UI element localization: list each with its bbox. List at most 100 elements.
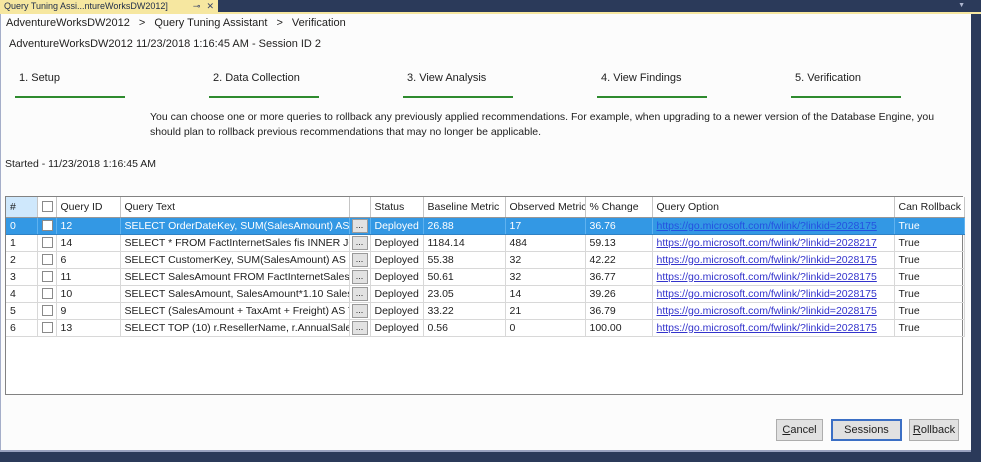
column-header-baseline-metric[interactable]: Baseline Metric: [423, 197, 506, 218]
can-rollback-cell: True: [894, 251, 965, 269]
table-row[interactable]: 1 14 SELECT * FROM FactInternetSales fis…: [6, 234, 965, 252]
query-option-link[interactable]: https://go.microsoft.com/fwlink/?linkid=…: [657, 254, 877, 266]
row-checkbox[interactable]: [41, 305, 53, 317]
tab-overflow-dropdown-icon[interactable]: ▼: [958, 2, 965, 9]
expand-cell: ...: [349, 234, 371, 252]
row-index-cell[interactable]: 6: [6, 319, 38, 337]
observed-metric-cell: 14: [505, 285, 586, 303]
expand-cell: ...: [349, 251, 371, 269]
query-option-link[interactable]: https://go.microsoft.com/fwlink/?linkid=…: [657, 305, 877, 317]
column-header-query-id[interactable]: Query ID: [56, 197, 121, 218]
select-all-checkbox[interactable]: [41, 201, 53, 213]
query-text-expand-button[interactable]: ...: [351, 218, 368, 233]
pct-change-cell: 36.76: [585, 217, 653, 235]
status-cell: Deployed: [370, 319, 424, 337]
active-tab-underline: [0, 12, 981, 14]
query-option-cell: https://go.microsoft.com/fwlink/?linkid=…: [652, 302, 895, 320]
table-row[interactable]: 4 10 SELECT SalesAmount, SalesAmount*1.1…: [6, 285, 965, 303]
row-checkbox[interactable]: [41, 322, 53, 334]
can-rollback-cell: True: [894, 319, 965, 337]
query-id-cell: 10: [56, 285, 121, 303]
query-text-expand-button[interactable]: ...: [351, 252, 368, 267]
row-checkbox-cell[interactable]: [37, 319, 57, 337]
row-checkbox[interactable]: [41, 271, 53, 283]
query-text-expand-button[interactable]: ...: [351, 320, 368, 335]
query-option-link[interactable]: https://go.microsoft.com/fwlink/?linkid=…: [657, 271, 877, 283]
query-text-cell: SELECT OrderDateKey, SUM(SalesAmount) AS…: [120, 217, 350, 235]
row-index-cell[interactable]: 5: [6, 302, 38, 320]
row-checkbox-cell[interactable]: [37, 268, 57, 286]
query-text-expand-button[interactable]: ...: [351, 303, 368, 318]
row-checkbox-cell[interactable]: [37, 234, 57, 252]
breadcrumb-database[interactable]: AdventureWorksDW2012: [6, 17, 130, 29]
expand-cell: ...: [349, 319, 371, 337]
column-header-can-rollback[interactable]: Can Rollback: [894, 197, 965, 218]
breadcrumb-assistant[interactable]: Query Tuning Assistant: [154, 17, 267, 29]
row-checkbox-cell[interactable]: [37, 302, 57, 320]
observed-metric-cell: 21: [505, 302, 586, 320]
table-row[interactable]: 0 12 SELECT OrderDateKey, SUM(SalesAmoun…: [6, 217, 965, 235]
query-option-cell: https://go.microsoft.com/fwlink/?linkid=…: [652, 234, 895, 252]
step-progress-line: [403, 96, 513, 98]
row-checkbox-cell[interactable]: [37, 285, 57, 303]
grid-header-row: # Query ID Query Text Status Baseline Me…: [6, 197, 965, 218]
query-option-link[interactable]: https://go.microsoft.com/fwlink/?linkid=…: [657, 322, 877, 334]
column-header-status[interactable]: Status: [370, 197, 424, 218]
query-text-expand-button[interactable]: ...: [351, 235, 368, 250]
row-index-cell[interactable]: 3: [6, 268, 38, 286]
baseline-metric-cell: 26.88: [423, 217, 506, 235]
pct-change-cell: 42.22: [585, 251, 653, 269]
column-header-query-text[interactable]: Query Text: [120, 197, 350, 218]
row-index-cell[interactable]: 1: [6, 234, 38, 252]
observed-metric-cell: 484: [505, 234, 586, 252]
row-checkbox[interactable]: [41, 220, 53, 232]
sessions-button[interactable]: Sessions: [831, 419, 902, 441]
query-option-link[interactable]: https://go.microsoft.com/fwlink/?linkid=…: [657, 220, 877, 232]
row-checkbox[interactable]: [41, 237, 53, 249]
row-checkbox[interactable]: [41, 254, 53, 266]
query-option-cell: https://go.microsoft.com/fwlink/?linkid=…: [652, 217, 895, 235]
can-rollback-cell: True: [894, 302, 965, 320]
query-option-link[interactable]: https://go.microsoft.com/fwlink/?linkid=…: [657, 237, 877, 249]
row-index-cell[interactable]: 4: [6, 285, 38, 303]
cancel-button[interactable]: Cancel: [776, 419, 823, 441]
column-header-observed-metric[interactable]: Observed Metric: [505, 197, 586, 218]
query-text-expand-button[interactable]: ...: [351, 286, 368, 301]
query-option-cell: https://go.microsoft.com/fwlink/?linkid=…: [652, 285, 895, 303]
query-text-expand-button[interactable]: ...: [351, 269, 368, 284]
query-grid: # Query ID Query Text Status Baseline Me…: [5, 196, 965, 395]
step-data-collection: 2. Data Collection: [195, 70, 389, 100]
document-tab[interactable]: Query Tuning Assi...ntureWorksDW2012] ⊸ …: [0, 0, 218, 12]
row-index-cell[interactable]: 0: [6, 217, 38, 235]
query-option-cell: https://go.microsoft.com/fwlink/?linkid=…: [652, 268, 895, 286]
column-header-query-option[interactable]: Query Option: [652, 197, 895, 218]
breadcrumb-verification[interactable]: Verification: [292, 17, 346, 29]
table-row[interactable]: 3 11 SELECT SalesAmount FROM FactInterne…: [6, 268, 965, 286]
query-id-cell: 12: [56, 217, 121, 235]
column-header-expand: [349, 197, 371, 218]
query-option-cell: https://go.microsoft.com/fwlink/?linkid=…: [652, 319, 895, 337]
step-setup: 1. Setup: [1, 70, 195, 100]
pin-icon[interactable]: ⊸: [193, 1, 201, 11]
close-icon[interactable]: ✕: [206, 1, 214, 11]
step-progress-line: [15, 96, 125, 98]
status-cell: Deployed: [370, 234, 424, 252]
column-header-select-all[interactable]: [37, 197, 57, 218]
window-bottom-bar: [0, 452, 981, 462]
row-checkbox[interactable]: [41, 288, 53, 300]
row-index-cell[interactable]: 2: [6, 251, 38, 269]
table-row[interactable]: 6 13 SELECT TOP (10) r.ResellerName, r.A…: [6, 319, 965, 337]
status-cell: Deployed: [370, 285, 424, 303]
column-header-index[interactable]: #: [6, 197, 38, 218]
observed-metric-cell: 32: [505, 268, 586, 286]
query-text-cell: SELECT TOP (10) r.ResellerName, r.Annual…: [120, 319, 350, 337]
table-row[interactable]: 5 9 SELECT (SalesAmount + TaxAmt + Freig…: [6, 302, 965, 320]
query-option-link[interactable]: https://go.microsoft.com/fwlink/?linkid=…: [657, 288, 877, 300]
column-header-pct-change[interactable]: % Change: [585, 197, 653, 218]
status-cell: Deployed: [370, 302, 424, 320]
baseline-metric-cell: 0.56: [423, 319, 506, 337]
row-checkbox-cell[interactable]: [37, 217, 57, 235]
table-row[interactable]: 2 6 SELECT CustomerKey, SUM(SalesAmount)…: [6, 251, 965, 269]
rollback-button[interactable]: Rollback: [909, 419, 959, 441]
row-checkbox-cell[interactable]: [37, 251, 57, 269]
